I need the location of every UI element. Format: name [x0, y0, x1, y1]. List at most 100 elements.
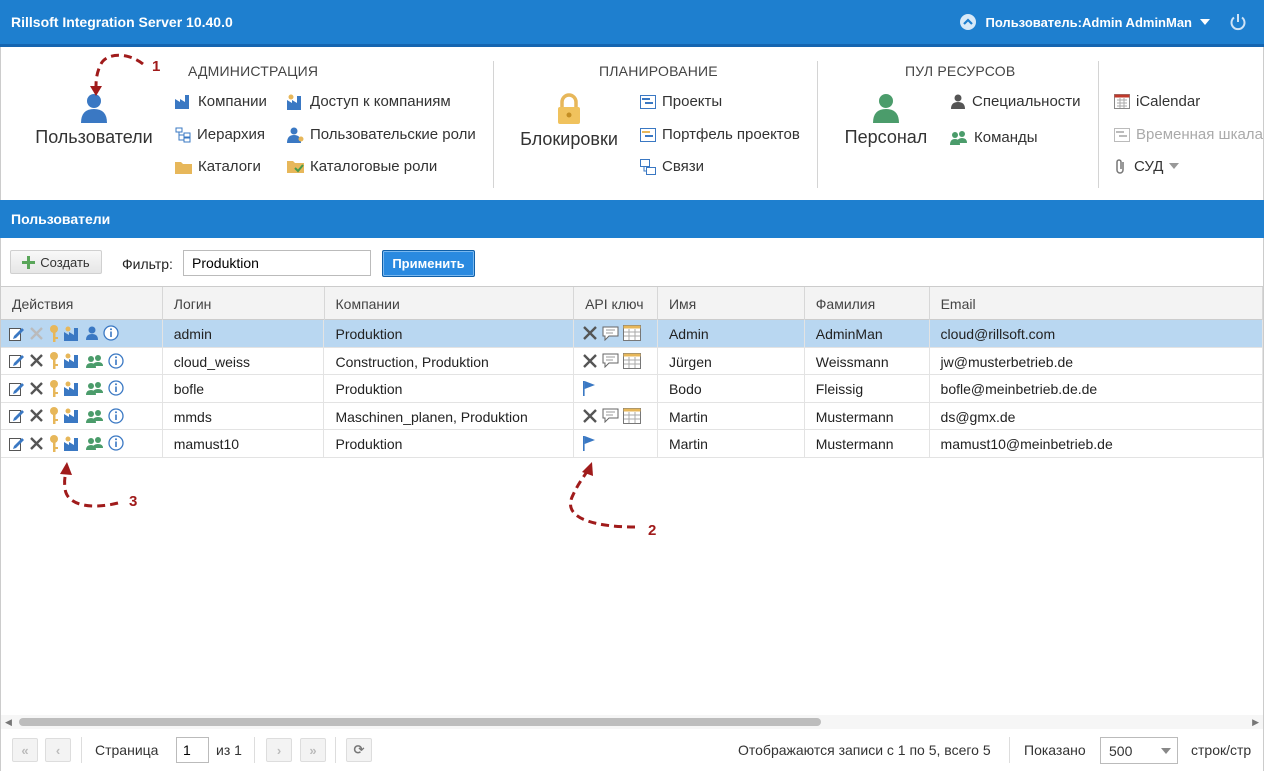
- power-icon[interactable]: [1228, 12, 1248, 32]
- rows-per-page-select[interactable]: 500: [1100, 737, 1178, 764]
- prev-page-icon[interactable]: ‹: [45, 738, 71, 762]
- teams-button[interactable]: Команды: [950, 129, 1038, 146]
- table-row[interactable]: admin Produktion Admin AdminMan cloud@rillso…: [1, 320, 1263, 348]
- calendar-grid-icon[interactable]: [623, 325, 642, 342]
- links-button[interactable]: Связи: [640, 158, 704, 175]
- catalogs-button[interactable]: Каталоги: [175, 158, 261, 175]
- calendar-grid-icon[interactable]: [623, 407, 642, 424]
- apply-button[interactable]: Применить: [382, 250, 475, 277]
- flag-icon[interactable]: [582, 380, 596, 397]
- table-row[interactable]: cloud_weiss Construction, Produktion Jürge…: [1, 347, 1263, 375]
- sud-button[interactable]: СУД: [1114, 158, 1180, 175]
- portfolio-button[interactable]: Портфель проектов: [640, 126, 800, 143]
- cell-api-key: [574, 347, 658, 374]
- info-icon[interactable]: [108, 408, 124, 424]
- team-icon[interactable]: [86, 354, 103, 368]
- company-access-icon[interactable]: [64, 408, 81, 424]
- delete-icon[interactable]: [29, 408, 44, 423]
- company-access-icon[interactable]: [64, 436, 81, 451]
- user-menu[interactable]: Пользователь:Admin AdminMan: [959, 12, 1248, 32]
- info-icon[interactable]: [103, 325, 119, 341]
- create-button[interactable]: Создать: [10, 250, 102, 274]
- comment-icon[interactable]: [602, 326, 619, 341]
- info-icon[interactable]: [108, 353, 124, 369]
- flag-icon[interactable]: [582, 435, 596, 452]
- personnel-button[interactable]: Персонал: [839, 93, 933, 148]
- company-access-label: Доступ к компаниям: [310, 93, 451, 110]
- filter-input[interactable]: [183, 250, 371, 276]
- delete-icon[interactable]: [29, 326, 44, 341]
- page-input[interactable]: [176, 737, 209, 763]
- table-row[interactable]: bofle Produktion Bodo Fleissig bofle@meinbet…: [1, 375, 1263, 403]
- chevron-up-circle-icon[interactable]: [959, 13, 977, 31]
- comment-icon[interactable]: [602, 353, 619, 369]
- info-icon[interactable]: [108, 435, 124, 451]
- key-icon[interactable]: [49, 434, 59, 452]
- hierarchy-button[interactable]: Иерархия: [175, 126, 265, 143]
- grid-toolbar: Создать Фильтр: Применить: [0, 238, 1264, 286]
- group-title-pool: ПУЛ РЕСУРСОВ: [905, 63, 1016, 79]
- scroll-left-arrow-icon[interactable]: ◀: [5, 717, 12, 728]
- edit-icon[interactable]: [9, 408, 24, 424]
- key-icon[interactable]: [49, 379, 59, 397]
- catalogs-label: Каталоги: [198, 158, 261, 175]
- table-row[interactable]: mmds Maschinen_planen, Produktion Martin Mu…: [1, 402, 1263, 430]
- user-icon[interactable]: [86, 326, 98, 341]
- projects-button[interactable]: Проекты: [640, 93, 722, 110]
- delete-icon[interactable]: [29, 381, 44, 396]
- annotation-label-2: 2: [648, 522, 657, 539]
- last-page-icon[interactable]: »: [300, 738, 326, 762]
- refresh-icon[interactable]: ⟳: [346, 738, 372, 762]
- team-icon[interactable]: [86, 381, 103, 396]
- column-header-last-name[interactable]: Фамилия: [805, 287, 930, 320]
- info-icon[interactable]: [108, 380, 124, 396]
- edit-icon[interactable]: [9, 353, 24, 369]
- table-row[interactable]: mamust10 Produktion Martin Mustermann mamust…: [1, 430, 1263, 458]
- api-key-delete-icon[interactable]: [582, 408, 598, 424]
- timeline-button[interactable]: Временная шкала: [1114, 126, 1263, 143]
- specialties-button[interactable]: Специальности: [950, 93, 1081, 110]
- scroll-thumb[interactable]: [19, 718, 821, 726]
- key-icon[interactable]: [49, 352, 59, 370]
- calendar-grid-icon[interactable]: [623, 352, 642, 369]
- scroll-right-arrow-icon[interactable]: ▶: [1252, 717, 1259, 728]
- cell-last-name: Weissmann: [805, 347, 930, 374]
- company-access-icon[interactable]: [64, 381, 81, 396]
- ribbon-separator: [817, 61, 818, 188]
- team-icon[interactable]: [86, 436, 103, 451]
- edit-icon[interactable]: [9, 326, 24, 341]
- companies-label: Компании: [198, 93, 267, 110]
- companies-button[interactable]: Компании: [175, 93, 267, 110]
- api-key-delete-icon[interactable]: [582, 353, 598, 369]
- api-key-delete-icon[interactable]: [582, 325, 598, 341]
- column-header-actions[interactable]: Действия: [1, 287, 163, 320]
- column-header-api-key[interactable]: API ключ: [574, 287, 658, 320]
- column-header-first-name[interactable]: Имя: [658, 287, 805, 320]
- next-page-icon[interactable]: ›: [266, 738, 292, 762]
- comment-icon[interactable]: [602, 408, 619, 424]
- horizontal-scrollbar[interactable]: ◀ ▶: [1, 715, 1263, 729]
- team-icon[interactable]: [86, 409, 103, 423]
- first-page-icon[interactable]: «: [12, 738, 38, 762]
- company-access-icon[interactable]: [64, 326, 81, 341]
- delete-icon[interactable]: [29, 353, 44, 368]
- column-header-login[interactable]: Логин: [163, 287, 325, 320]
- catalog-roles-button[interactable]: Каталоговые роли: [287, 158, 437, 175]
- cell-first-name: Martin: [658, 402, 805, 429]
- caret-down-icon[interactable]: [1200, 18, 1210, 26]
- edit-icon[interactable]: [9, 436, 24, 451]
- user-label[interactable]: Пользователь:Admin AdminMan: [985, 15, 1192, 30]
- company-access-button[interactable]: Доступ к компаниям: [287, 93, 451, 110]
- edit-icon[interactable]: [9, 381, 24, 396]
- company-access-icon[interactable]: [64, 353, 81, 369]
- cell-login: mamust10: [163, 430, 325, 457]
- user-roles-button[interactable]: Пользовательские роли: [287, 126, 476, 143]
- users-button[interactable]: Пользователи: [31, 93, 157, 148]
- key-icon[interactable]: [49, 324, 59, 342]
- locks-button[interactable]: Блокировки: [513, 93, 625, 150]
- key-icon[interactable]: [49, 407, 59, 425]
- delete-icon[interactable]: [29, 436, 44, 451]
- icalendar-button[interactable]: iCalendar: [1114, 93, 1200, 110]
- column-header-companies[interactable]: Компании: [325, 287, 575, 320]
- column-header-email[interactable]: Email: [930, 287, 1263, 320]
